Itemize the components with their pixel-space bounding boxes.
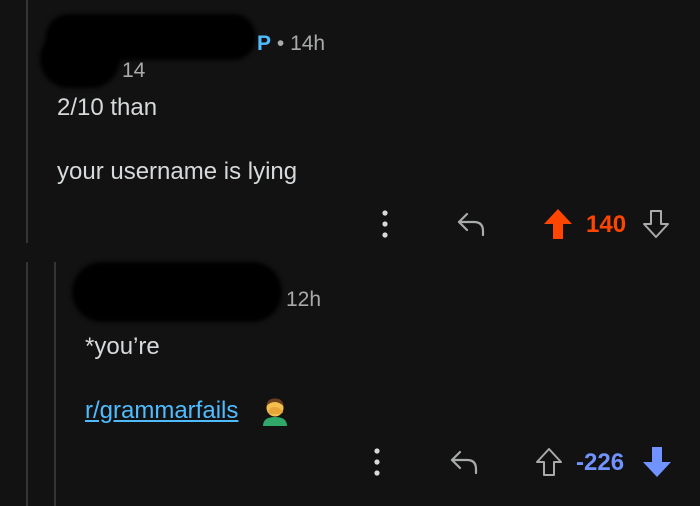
meta-separator: • xyxy=(276,32,285,55)
comment-1-age: 14h xyxy=(290,32,326,55)
reply-arrow-icon[interactable] xyxy=(449,449,479,475)
more-vertical-icon[interactable] xyxy=(372,447,382,477)
comment-1-body-line-1: 2/10 than xyxy=(57,94,158,121)
upvote-arrow-icon[interactable] xyxy=(535,447,563,477)
comment-1-score: 140 xyxy=(586,211,627,238)
thread-line-outer[interactable] xyxy=(26,262,28,506)
comment-1-body-line-2: your username is lying xyxy=(57,158,298,185)
comment-1-flair: 14 xyxy=(122,59,146,82)
thread-line-comment1[interactable] xyxy=(26,0,28,243)
comment-2-body-line-1: *you’re xyxy=(85,333,160,360)
comment-2-age: 12h xyxy=(286,288,322,311)
comment-1-meta: P • 14h xyxy=(257,32,325,56)
facepalm-emoji-icon xyxy=(263,398,287,426)
downvote-arrow-icon[interactable] xyxy=(642,209,670,239)
downvote-arrow-icon[interactable] xyxy=(642,446,672,478)
comment-thread: P • 14h 14 2/10 than your username is ly… xyxy=(0,0,700,506)
redacted-avatar-1 xyxy=(40,30,120,88)
comment-2-score: -226 xyxy=(576,449,625,476)
reply-arrow-icon[interactable] xyxy=(456,211,486,237)
more-vertical-icon[interactable] xyxy=(380,209,390,239)
upvote-arrow-icon[interactable] xyxy=(543,208,573,240)
subreddit-link[interactable]: r/grammarfails xyxy=(85,397,238,425)
redacted-username-2 xyxy=(72,262,282,322)
thread-line-comment2[interactable] xyxy=(54,262,56,506)
op-badge[interactable]: P xyxy=(257,32,271,55)
